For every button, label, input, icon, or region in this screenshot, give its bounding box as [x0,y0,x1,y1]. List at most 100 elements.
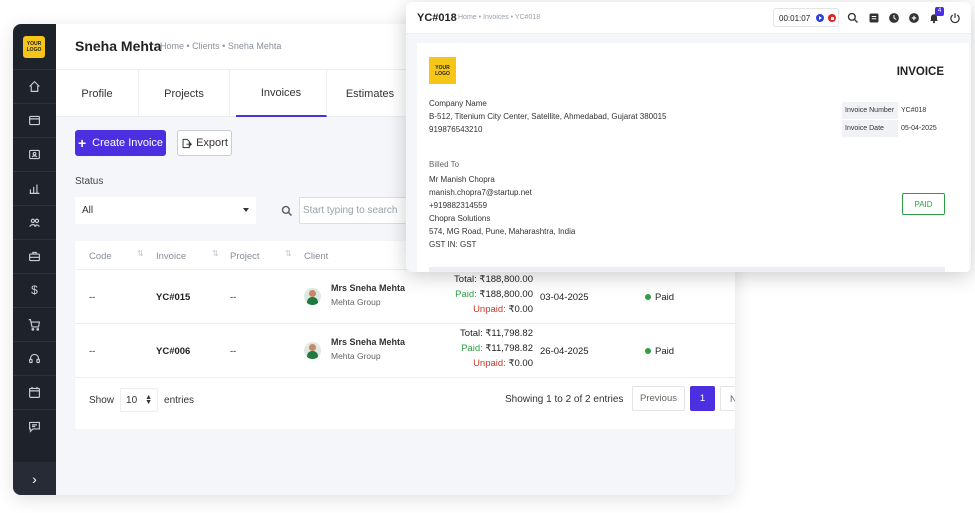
chart-icon[interactable] [13,171,56,204]
table-row[interactable]: -- YC#015 -- Mrs Sneha Mehta Mehta Group… [75,270,735,324]
invoice-window: YC#018 Home • Invoices • YC#018 00:01:07… [406,2,971,272]
paid-label: Paid: [461,343,483,354]
status-dot-icon [645,348,651,354]
id-card-icon[interactable] [13,137,56,170]
export-icon [182,138,193,148]
power-icon[interactable] [949,11,961,24]
sidebar-toggle-button[interactable]: › [13,462,56,495]
add-circle-icon[interactable] [908,11,920,23]
tab-invoices[interactable]: Invoices [236,70,327,117]
caret-down-icon [243,208,249,212]
home-icon[interactable] [13,69,56,102]
briefcase-icon[interactable] [13,239,56,272]
status-filter-label: Status [75,176,104,187]
search-icon[interactable] [847,11,859,23]
row-client[interactable]: Mrs Sneha Mehta Mehta Group [331,337,405,361]
invoice-status-badge: PAID [902,193,945,215]
timer-value: 00:01:07 [779,14,811,23]
page-size-control: Show 10 ▲ ▼ entries [89,388,194,412]
column-project[interactable]: Project [230,251,260,262]
show-label: Show [89,394,115,406]
tab-estimates[interactable]: Estimates [327,70,413,117]
time-tracker: 00:01:07 [773,8,839,27]
row-client[interactable]: Mrs Sneha Mehta Mehta Group [331,283,405,307]
divider [429,267,945,272]
billed-company: Chopra Solutions [429,214,491,223]
play-icon[interactable] [816,14,824,22]
paid-value: ₹11,798.82 [485,343,533,354]
page-1-button[interactable]: 1 [690,386,715,411]
total-label: Total: [454,274,477,285]
invoice-document: YOUR LOGO INVOICE Company Name B-512, Ti… [417,43,969,272]
page-title: Sneha Mehta [75,38,162,54]
billed-email: manish.chopra7@startup.net [429,188,532,197]
users-icon[interactable] [13,205,56,238]
clock-icon[interactable] [888,11,900,23]
company-name: Company Name [429,99,487,108]
avatar [304,288,321,305]
updown-icon: ▲ ▼ [145,394,153,406]
row-code: -- [89,346,96,357]
column-client[interactable]: Client [304,251,328,262]
client-name: Mrs Sneha Mehta [331,283,406,293]
sort-icon[interactable]: ⇅ [212,249,219,258]
table-row[interactable]: -- YC#006 -- Mrs Sneha Mehta Mehta Group… [75,324,735,378]
billed-name: Mr Manish Chopra [429,175,495,184]
search-icon [281,204,293,216]
tab-profile[interactable]: Profile [56,70,139,117]
status-filter-select[interactable]: All [75,197,256,224]
calendar-icon[interactable] [13,375,56,408]
unpaid-label: Unpaid: [473,304,506,315]
sort-icon[interactable]: ⇅ [285,249,292,258]
billed-address: 574, MG Road, Pune, Maharashtra, India [429,227,576,236]
search-input[interactable] [299,197,419,224]
invoice-date-label: Invoice Date [842,120,898,137]
client-org: Mehta Group [331,351,381,361]
headset-icon[interactable] [13,341,56,374]
total-value: ₹11,798.82 [485,328,533,339]
unpaid-value: ₹0.00 [508,304,533,315]
total-value: ₹188,800.00 [479,274,533,285]
unpaid-value: ₹0.00 [508,358,533,369]
billed-gst: GST IN: GST [429,240,477,249]
row-amounts: Total: ₹188,800.00 Paid: ₹188,800.00 Unp… [435,272,533,317]
entries-select[interactable]: 10 ▲ ▼ [120,388,159,412]
tab-projects[interactable]: Projects [139,70,230,117]
notification-badge: 4 [935,7,944,16]
company-address: B-512, Titenium City Center, Satellite, … [429,112,667,121]
create-invoice-label: Create Invoice [92,137,164,149]
company-phone: 919876543210 [429,125,483,134]
row-date: 03-04-2025 [540,292,589,303]
notes-icon[interactable] [868,11,880,23]
column-code[interactable]: Code [89,251,112,262]
dollar-icon[interactable]: $ [13,273,56,306]
previous-page-button[interactable]: Previous [632,386,685,411]
row-amounts: Total: ₹11,798.82 Paid: ₹11,798.82 Unpai… [435,326,533,371]
create-invoice-button[interactable]: + Create Invoice [75,130,166,156]
row-invoice[interactable]: YC#006 [156,346,190,357]
message-icon[interactable] [13,409,56,442]
column-invoice[interactable]: Invoice [156,251,186,262]
browser-icon[interactable] [13,103,56,136]
client-name: Mrs Sneha Mehta [331,337,406,347]
cart-icon[interactable] [13,307,56,340]
export-button[interactable]: Export [177,130,232,156]
status-badge: Paid [645,346,674,357]
invoice-meta: Invoice Number YC#018 Invoice Date 05-04… [842,102,945,138]
unpaid-label: Unpaid: [473,358,506,369]
company-details: Company Name B-512, Titenium City Center… [429,97,666,136]
breadcrumb: Home • Clients • Sneha Mehta [160,41,282,51]
next-page-button[interactable]: N [720,386,735,411]
company-logo: YOUR LOGO [429,57,456,84]
row-invoice[interactable]: YC#015 [156,292,190,303]
stop-icon[interactable] [828,14,836,22]
sort-icon[interactable]: ⇅ [137,249,144,258]
plus-icon: + [77,135,87,151]
invoice-heading: INVOICE [896,66,944,78]
row-code: -- [89,292,96,303]
app-logo[interactable]: YOUR LOGO [23,36,45,58]
billed-to-label: Billed To [429,160,460,169]
invoice-header-bar: YC#018 Home • Invoices • YC#018 00:01:07… [406,2,971,34]
sidebar: YOUR LOGO $ › [13,24,56,495]
status-filter-value: All [82,205,94,216]
